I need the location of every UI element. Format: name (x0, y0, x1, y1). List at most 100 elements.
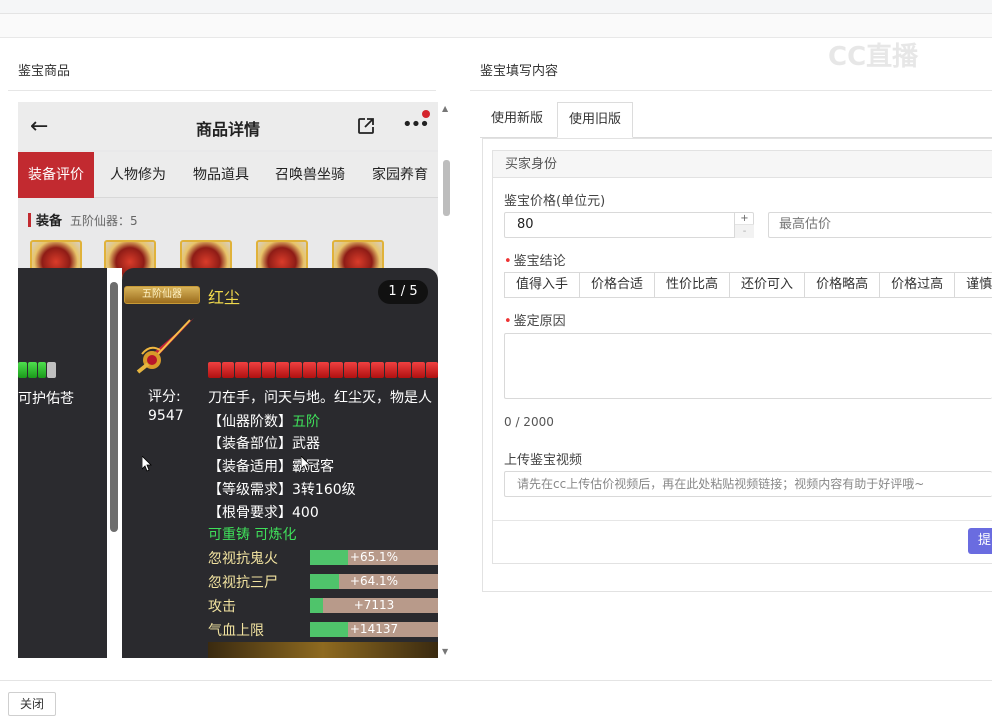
verdict-label: • 鉴宝结论 (504, 250, 566, 269)
attr-label: 【装备适用】 (208, 459, 292, 475)
video-link-input[interactable]: 请先在cc上传估价视频后，再在此处粘贴视频链接；视频内容有助于好评哦~ (504, 471, 992, 497)
right-divider (470, 90, 992, 91)
increment-icon[interactable]: + (735, 212, 754, 225)
scroll-thumb[interactable] (443, 160, 450, 216)
attr-label: 【根骨要求】 (208, 505, 292, 521)
verdict-option[interactable]: 性价比高 (654, 272, 731, 298)
score-value: 9547 (148, 408, 184, 424)
tab-character[interactable]: 人物修为 (110, 152, 166, 198)
accent-bar (28, 213, 31, 227)
attr-value: 400 (292, 505, 319, 521)
share-icon[interactable] (356, 116, 376, 136)
submit-button[interactable]: 提 (968, 528, 992, 554)
page-indicator: 1 / 5 (378, 280, 428, 304)
verdict-option[interactable]: 价格合适 (579, 272, 656, 298)
left-divider (8, 90, 436, 91)
attr-label: 【装备部位】 (208, 436, 292, 452)
browser-top-strip (0, 0, 992, 14)
stat-bar: +7113 (310, 598, 438, 613)
item-description: 刀在手，问天与地。红尘灭，物是人 (208, 390, 432, 406)
tab-home[interactable]: 家园养育 (372, 152, 428, 198)
prev-item-bars (18, 362, 56, 378)
price-label: 鉴宝价格(单位元) (504, 194, 606, 209)
tab-summons[interactable]: 召唤兽坐骑 (275, 152, 345, 198)
verdict-option[interactable]: 值得入手 (504, 272, 581, 298)
video-label: 上传鉴宝视频 (504, 453, 583, 468)
attr-value: 霸冠客 (292, 459, 334, 475)
stat-label: 忽视抗鬼火 (208, 551, 278, 567)
stat-value: +65.1% (349, 550, 399, 564)
buyer-identity-header: 买家身份 (493, 151, 992, 178)
stat-value: +7113 (353, 598, 395, 612)
stat-bar: +64.1% (310, 574, 438, 589)
char-counter: 0 / 2000 (504, 415, 554, 429)
verdict-option[interactable]: 价格过高 (879, 272, 956, 298)
form-footer-divider (493, 520, 992, 521)
reason-label: • 鉴定原因 (504, 310, 566, 329)
prev-item-text: 可护佑苍 (18, 391, 74, 407)
sword-icon (136, 318, 194, 374)
reason-label-text: 鉴定原因 (513, 314, 566, 329)
phone-preview: ← 商品详情 ••• 装备评价 人物修为 物品道具 召唤兽坐骑 家园养育 装备五… (18, 102, 438, 658)
tier-badge: 五阶仙器 (124, 286, 200, 304)
right-section-title: 鉴宝填写内容 (480, 64, 559, 79)
browser-toolbar-strip (0, 14, 992, 38)
attr-value: 3转160级 (292, 482, 356, 498)
required-mark: • (504, 254, 512, 269)
phone-tabs: 装备评价 人物修为 物品道具 召唤兽坐骑 家园养育 (18, 152, 438, 198)
price-input[interactable]: 80 (504, 212, 754, 238)
verdict-label-text: 鉴宝结论 (513, 254, 566, 269)
attr-row: 【等级需求】3转160级 (208, 479, 356, 499)
panel-bottom-glow (208, 642, 438, 658)
prev-item-panel (18, 268, 107, 658)
equipment-heading: 装备 五阶仙器：5 (28, 210, 138, 229)
stat-label: 气血上限 (208, 623, 264, 639)
max-estimate-input[interactable]: 最高估价 (768, 212, 992, 238)
text-cursor-icon (301, 456, 311, 472)
panel-scrollbar[interactable] (110, 282, 118, 532)
equipment-label: 装备 (36, 214, 63, 229)
scroll-up-icon[interactable]: ▲ (442, 104, 448, 113)
reason-textarea[interactable] (504, 333, 992, 399)
close-button[interactable]: 关闭 (8, 692, 56, 716)
attr-value: 武器 (292, 436, 320, 452)
stars-bar (208, 362, 438, 378)
verdict-option[interactable]: 还价可入 (729, 272, 806, 298)
stat-label: 忽视抗三尸 (208, 575, 278, 591)
score-label: 评分: (148, 389, 181, 405)
stat-value: +64.1% (349, 574, 399, 588)
phone-header: ← 商品详情 ••• (18, 102, 438, 150)
verdict-option[interactable]: 谨慎购 (954, 272, 992, 298)
form-version-tabs: 使用新版 使用旧版 (480, 102, 992, 138)
required-mark: • (504, 314, 512, 329)
tab-new-version[interactable]: 使用新版 (480, 102, 554, 138)
attr-row: 【根骨要求】400 (208, 502, 319, 522)
bottom-divider (0, 680, 992, 681)
stat-bar: +65.1% (310, 550, 438, 565)
decrement-icon[interactable]: - (735, 225, 754, 238)
stat-bar: +14137 (310, 622, 438, 637)
attr-value: 五阶 (292, 414, 320, 430)
verdict-options: 值得入手 价格合适 性价比高 还价可入 价格略高 价格过高 谨慎购 (504, 272, 992, 298)
scroll-down-icon[interactable]: ▼ (442, 647, 448, 656)
tab-items[interactable]: 物品道具 (193, 152, 249, 198)
stat-value: +14137 (349, 622, 399, 636)
notification-dot (422, 110, 430, 118)
left-section-title: 鉴宝商品 (18, 64, 71, 79)
attr-row: 【装备部位】武器 (208, 433, 320, 453)
refine-status: 可重铸 可炼化 (208, 527, 297, 543)
attr-label: 【等级需求】 (208, 482, 292, 498)
mouse-cursor-icon (142, 456, 152, 472)
attr-row: 【仙器阶数】五阶 (208, 411, 320, 431)
item-name: 红尘 (208, 288, 241, 307)
cc-watermark: CC直播 (828, 42, 919, 72)
attr-row: 【装备适用】霸冠客 (208, 456, 334, 476)
equipment-count: 五阶仙器：5 (70, 214, 138, 228)
tab-old-version[interactable]: 使用旧版 (557, 102, 634, 138)
price-stepper[interactable]: + - (734, 212, 754, 238)
verdict-option[interactable]: 价格略高 (804, 272, 881, 298)
tab-equipment-review[interactable]: 装备评价 (18, 152, 94, 198)
stat-label: 攻击 (208, 599, 236, 615)
attr-label: 【仙器阶数】 (208, 414, 292, 430)
preview-scrollbar[interactable]: ▲ ▼ (440, 102, 452, 658)
